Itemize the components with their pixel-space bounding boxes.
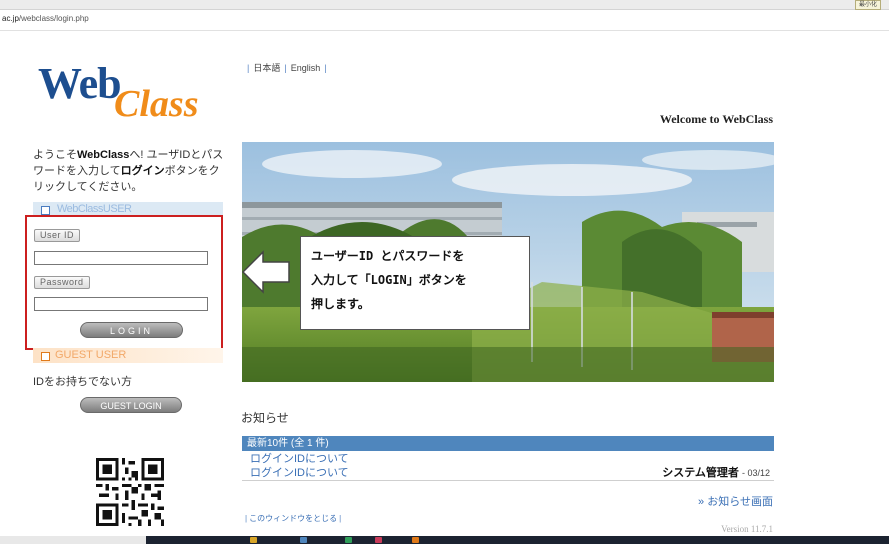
news-item-link[interactable]: ログインIDについて (250, 452, 349, 466)
webclass-logo: Web Class (38, 58, 228, 128)
intro-brand: WebClass (77, 149, 130, 161)
intro-text: ようこそWebClassへ! ユーザIDとパスワードを入力してログインボタンをク… (33, 147, 228, 195)
url-path: /webclass/login.php (18, 14, 89, 23)
language-switcher: | 日本語 | English | (247, 63, 327, 73)
taskbar-app-icon[interactable] (300, 537, 307, 543)
news-item-author: システム管理者 - 03/12 (662, 466, 770, 480)
close-window-link-wrap: | このウィンドウをとじる | (245, 514, 342, 523)
taskbar-app-icon[interactable] (345, 537, 352, 543)
news-item: ログインIDについて (242, 452, 774, 466)
browser-title-bar: 最小化 (0, 0, 889, 10)
webclass-user-header-label: WebClassUSER (57, 203, 132, 215)
taskbar-app-icon[interactable] (375, 537, 382, 543)
instruction-callout: ユーザーID とパスワードを 入力して「LOGIN」ボタンを 押します。 (300, 236, 530, 330)
logo-web-text: Web (38, 59, 122, 108)
login-button[interactable]: LOGIN (80, 322, 183, 338)
news-item: ログインIDについて システム管理者 - 03/12 (242, 466, 774, 481)
guest-note: IDをお持ちでない方 (33, 376, 132, 388)
callout-line-1: ユーザーID とパスワードを (311, 249, 465, 263)
callout-line-2: 入力して「LOGIN」ボタンを (311, 273, 467, 287)
login-highlight-box: User ID Password LOGIN (25, 215, 223, 350)
welcome-heading: Welcome to WebClass (659, 112, 773, 126)
version-text: Version 11.7.1 (721, 524, 773, 534)
intro-pre: ようこそ (33, 149, 77, 161)
intro-button-name: ログイン (120, 165, 165, 177)
language-english-link[interactable]: English (291, 63, 321, 73)
callout-line-3: 押します。 (311, 297, 370, 311)
news-title: お知らせ (241, 411, 289, 425)
close-window-link[interactable]: このウィンドウをとじる (249, 514, 337, 523)
news-item-date: - 03/12 (741, 468, 770, 478)
user-id-label: User ID (34, 229, 81, 242)
square-icon (41, 352, 50, 361)
password-input[interactable] (34, 297, 208, 311)
guest-user-header: GUEST USER (33, 348, 223, 363)
news-author-name: システム管理者 (662, 467, 739, 479)
news-item-link[interactable]: ログインIDについて (250, 466, 349, 480)
taskbar-app-icon[interactable] (250, 537, 257, 543)
user-id-input[interactable] (34, 251, 208, 265)
address-bar[interactable] (0, 10, 889, 31)
qr-code (96, 458, 164, 526)
news-list-header: 最新10件 (全 1 件) (242, 436, 774, 451)
square-icon (41, 206, 50, 215)
guest-user-header-label: GUEST USER (55, 349, 127, 361)
news-page-link[interactable]: » お知らせ画面 (698, 493, 773, 509)
taskbar-app-icon[interactable] (412, 537, 419, 543)
url-text[interactable]: ac.jp/webclass/login.php (2, 14, 89, 23)
language-japanese-link[interactable]: 日本語 (253, 63, 280, 73)
logo-class-text: Class (114, 83, 199, 125)
url-host: ac.jp (2, 14, 19, 23)
minimize-button[interactable]: 最小化 (855, 0, 881, 10)
password-label: Password (34, 276, 90, 289)
left-arrow-icon (241, 250, 290, 294)
os-taskbar (0, 536, 889, 544)
taskbar-left-area (0, 536, 146, 544)
guest-login-button[interactable]: GUEST LOGIN (80, 397, 182, 413)
